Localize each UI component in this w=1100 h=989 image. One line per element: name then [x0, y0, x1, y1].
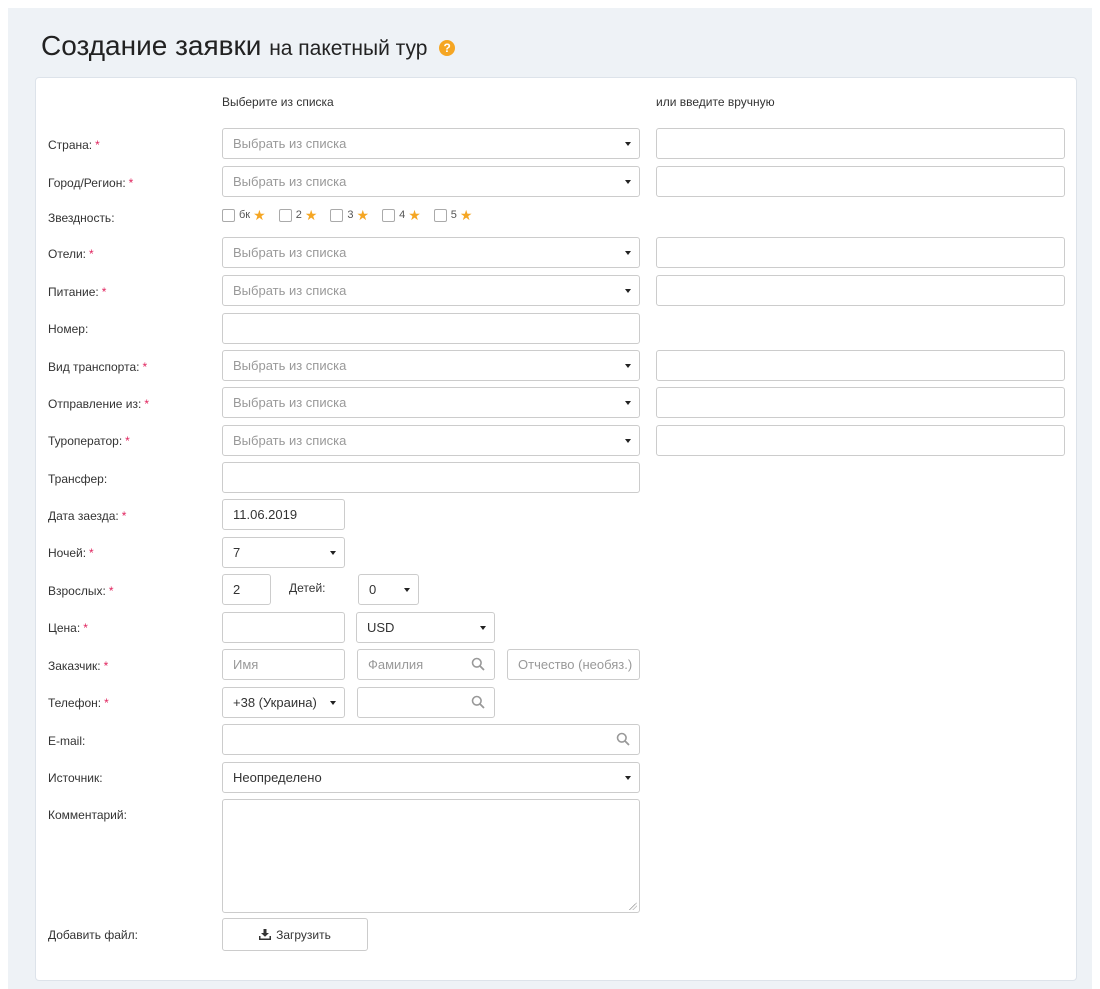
phone-code-select[interactable]: +38 (Украина): [222, 687, 345, 718]
room-input[interactable]: [222, 313, 640, 344]
children-label: Детей:: [289, 581, 326, 595]
checkbox[interactable]: [382, 208, 396, 222]
email-input[interactable]: [222, 724, 640, 755]
checkbox[interactable]: [330, 208, 344, 222]
chevron-down-icon: [625, 142, 631, 146]
stars-filter: бк ★ 2 ★ 3 ★ 4 ★ 5 ★: [222, 208, 485, 222]
stars-option-4[interactable]: 4 ★: [382, 208, 421, 222]
chevron-down-icon: [404, 588, 410, 592]
city-label: Город/Регион: *: [48, 176, 134, 190]
meal-select[interactable]: Выбрать из списка: [222, 275, 640, 306]
adults-label: Взрослых: *: [48, 584, 114, 598]
source-select[interactable]: Неопределено: [222, 762, 640, 793]
nights-select[interactable]: 7: [222, 537, 345, 568]
stars-option-5[interactable]: 5 ★: [433, 207, 473, 223]
city-manual-input[interactable]: [656, 166, 1065, 197]
adults-input[interactable]: 2: [222, 574, 271, 605]
nights-label: Ночей: *: [48, 546, 94, 560]
operator-manual-input[interactable]: [656, 425, 1065, 456]
star-icon: ★: [459, 207, 473, 223]
chevron-down-icon: [625, 289, 631, 293]
phone-number-input[interactable]: [357, 687, 495, 718]
departure-select[interactable]: Выбрать из списка: [222, 387, 640, 418]
add-file-label: Добавить файл:: [48, 928, 138, 942]
country-select[interactable]: Выбрать из списка: [222, 128, 640, 159]
download-icon: [259, 929, 272, 940]
customer-label: Заказчик: *: [48, 659, 109, 673]
star-icon: ★: [253, 207, 266, 223]
middle-name-input[interactable]: Отчество (необяз.): [507, 649, 640, 680]
stars-label: Звездность:: [48, 211, 115, 225]
star-icon: ★: [408, 207, 421, 223]
chevron-down-icon: [625, 439, 631, 443]
checkin-date-input[interactable]: 11.06.2019: [222, 499, 345, 530]
chevron-down-icon: [625, 251, 631, 255]
country-manual-input[interactable]: [656, 128, 1065, 159]
page-title-sub: на пакетный тур: [269, 37, 428, 60]
comment-textarea[interactable]: [222, 799, 640, 913]
stars-option-bk[interactable]: бк ★: [222, 208, 266, 222]
children-select[interactable]: 0: [358, 574, 419, 605]
checkbox[interactable]: [433, 208, 447, 222]
departure-label: Отправление из: *: [48, 397, 149, 411]
email-label: E-mail:: [48, 734, 86, 748]
search-icon[interactable]: [471, 695, 485, 709]
select-column-header: Выберите из списка: [222, 95, 334, 109]
star-icon: ★: [304, 207, 318, 223]
hotels-label: Отели: *: [48, 247, 94, 261]
stars-option-3[interactable]: 3 ★: [330, 208, 369, 222]
phone-label: Телефон: *: [48, 696, 109, 710]
departure-manual-input[interactable]: [656, 387, 1065, 418]
chevron-down-icon: [625, 364, 631, 368]
stars-option-2[interactable]: 2 ★: [278, 207, 318, 223]
resize-handle[interactable]: [629, 902, 637, 910]
page-title-main: Создание заявки: [41, 30, 262, 61]
price-label: Цена: *: [48, 621, 88, 635]
meal-label: Питание: *: [48, 285, 107, 299]
first-name-input[interactable]: Имя: [222, 649, 345, 680]
transport-label: Вид транспорта: *: [48, 360, 148, 374]
transport-select[interactable]: Выбрать из списка: [222, 350, 640, 381]
transfer-label: Трансфер:: [48, 472, 108, 486]
upload-button[interactable]: Загрузить: [222, 918, 368, 951]
transfer-input[interactable]: [222, 462, 640, 493]
search-icon[interactable]: [471, 657, 485, 671]
chevron-down-icon: [625, 401, 631, 405]
checkbox[interactable]: [278, 208, 292, 222]
operator-select[interactable]: Выбрать из списка: [222, 425, 640, 456]
star-icon: ★: [356, 207, 370, 223]
operator-label: Туроператор: *: [48, 434, 130, 448]
source-label: Источник:: [48, 771, 103, 785]
chevron-down-icon: [330, 701, 336, 705]
city-select[interactable]: Выбрать из списка: [222, 166, 640, 197]
hotels-manual-input[interactable]: [656, 237, 1065, 268]
manual-column-header: или введите вручную: [656, 95, 775, 109]
currency-select[interactable]: USD: [356, 612, 495, 643]
comment-label: Комментарий:: [48, 808, 127, 822]
transport-manual-input[interactable]: [656, 350, 1065, 381]
checkin-date-label: Дата заезда: *: [48, 509, 127, 523]
country-label: Страна: *: [48, 138, 100, 152]
checkbox[interactable]: [222, 208, 235, 222]
question-circle-icon[interactable]: ?: [439, 40, 456, 56]
chevron-down-icon: [625, 180, 631, 184]
meal-manual-input[interactable]: [656, 275, 1065, 306]
room-label: Номер:: [48, 322, 89, 336]
chevron-down-icon: [480, 626, 486, 630]
price-input[interactable]: [222, 612, 345, 643]
hotels-select[interactable]: Выбрать из списка: [222, 237, 640, 268]
search-icon[interactable]: [616, 732, 630, 746]
page-title: Создание заявки на пакетный тур ?: [41, 30, 456, 62]
chevron-down-icon: [625, 776, 631, 780]
chevron-down-icon: [330, 551, 336, 555]
last-name-input[interactable]: Фамилия: [357, 649, 495, 680]
